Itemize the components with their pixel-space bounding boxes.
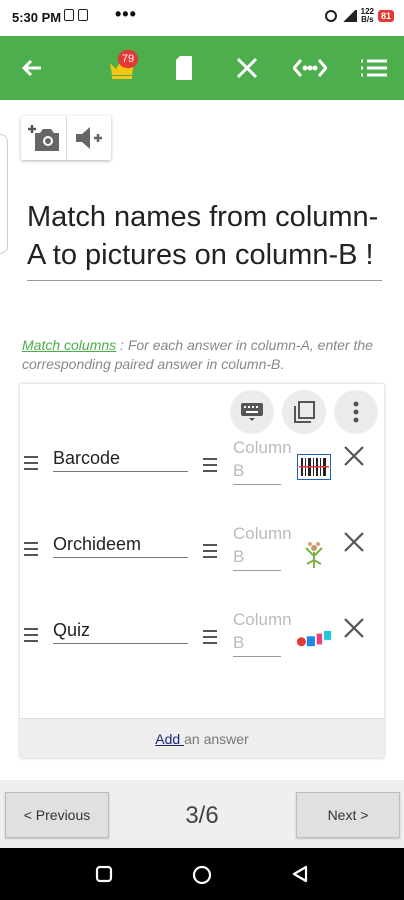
code-button[interactable] — [286, 36, 334, 100]
add-audio-button[interactable] — [66, 116, 111, 160]
speaker-add-icon — [76, 127, 102, 149]
column-b-input[interactable]: Column B — [233, 608, 292, 657]
drag-handle-icon[interactable] — [24, 456, 38, 470]
drag-handle-icon[interactable] — [24, 628, 38, 642]
back-button[interactable] — [8, 36, 56, 100]
previous-button[interactable]: < Previous — [5, 792, 109, 838]
copy-icon — [294, 401, 315, 423]
question-navigation: < Previous 3/6 Next > — [0, 780, 404, 848]
quiz-image — [296, 624, 332, 654]
drag-handle-icon[interactable] — [203, 630, 217, 644]
match-row: Orchideem Column B — [20, 524, 384, 598]
alarm-icon — [324, 10, 337, 22]
next-button[interactable]: Next > — [296, 792, 400, 838]
signal-icon — [340, 10, 357, 22]
notification-icon — [64, 9, 74, 21]
drag-handle-icon[interactable] — [24, 542, 38, 556]
delete-row-button[interactable] — [342, 530, 366, 554]
add-answer-bar[interactable]: Add an answer — [20, 718, 384, 758]
more-vertical-icon — [353, 401, 359, 423]
column-a-input[interactable]: Barcode — [53, 442, 188, 472]
status-bar: 5:30 PM ••• 122 B/s 81 — [0, 0, 404, 36]
status-time: 5:30 PM — [12, 10, 62, 25]
delete-row-button[interactable] — [342, 616, 366, 640]
question-title[interactable]: Match names from column-A to pictures on… — [27, 198, 382, 281]
match-panel: Barcode Column B Orchideem Column B Quiz… — [20, 384, 384, 758]
notification-icons — [64, 9, 88, 21]
copy-button[interactable] — [282, 390, 326, 434]
close-icon — [344, 532, 364, 552]
media-toolbar — [21, 116, 111, 160]
more-notifications-icon: ••• — [115, 4, 137, 24]
orchid-image — [296, 538, 332, 568]
delete-row-button[interactable] — [342, 444, 366, 468]
column-a-input[interactable]: Orchideem — [53, 528, 188, 558]
add-answer-text: an answer — [184, 731, 249, 747]
sd-card-button[interactable] — [160, 36, 208, 100]
notification-icon — [78, 9, 88, 21]
keyboard-icon — [241, 403, 263, 421]
net-speed: 122 B/s — [360, 7, 374, 24]
add-answer-link[interactable]: Add — [155, 731, 184, 747]
system-navigation-bar — [0, 848, 404, 900]
page-indicator: 3/6 — [185, 802, 219, 829]
add-photo-icon — [27, 125, 59, 151]
crown-button[interactable]: 79 — [98, 36, 146, 100]
close-icon — [344, 446, 364, 466]
list-icon — [361, 59, 387, 77]
keyboard-button[interactable] — [230, 390, 274, 434]
close-button[interactable] — [223, 36, 271, 100]
crown-badge: 79 — [118, 50, 138, 68]
match-row: Quiz Column B — [20, 610, 384, 684]
back-nav-icon[interactable] — [290, 864, 310, 884]
close-icon — [236, 57, 258, 79]
recents-icon[interactable] — [94, 864, 114, 884]
app-toolbar: 79 — [0, 36, 404, 100]
match-columns-link[interactable]: Match columns — [22, 337, 116, 353]
more-button[interactable] — [334, 390, 378, 434]
drag-handle-icon[interactable] — [203, 458, 217, 472]
close-icon — [344, 618, 364, 638]
battery-indicator: 81 — [377, 10, 394, 22]
question-content: Match names from column-A to pictures on… — [0, 100, 404, 780]
add-photo-button[interactable] — [21, 116, 66, 160]
side-drawer-handle[interactable] — [0, 134, 8, 254]
home-icon[interactable] — [191, 864, 213, 886]
sd-card-icon — [176, 56, 192, 80]
arrow-left-icon — [21, 59, 41, 77]
code-icon — [293, 59, 327, 77]
column-b-input[interactable]: Column B — [233, 436, 292, 485]
column-a-input[interactable]: Quiz — [53, 614, 188, 644]
instructions: Match columns : For each answer in colum… — [22, 336, 392, 374]
status-right: 122 B/s 81 — [324, 7, 394, 24]
match-row: Barcode Column B — [20, 438, 384, 512]
menu-button[interactable] — [350, 36, 398, 100]
barcode-image — [296, 452, 332, 482]
drag-handle-icon[interactable] — [203, 544, 217, 558]
column-b-input[interactable]: Column B — [233, 522, 292, 571]
